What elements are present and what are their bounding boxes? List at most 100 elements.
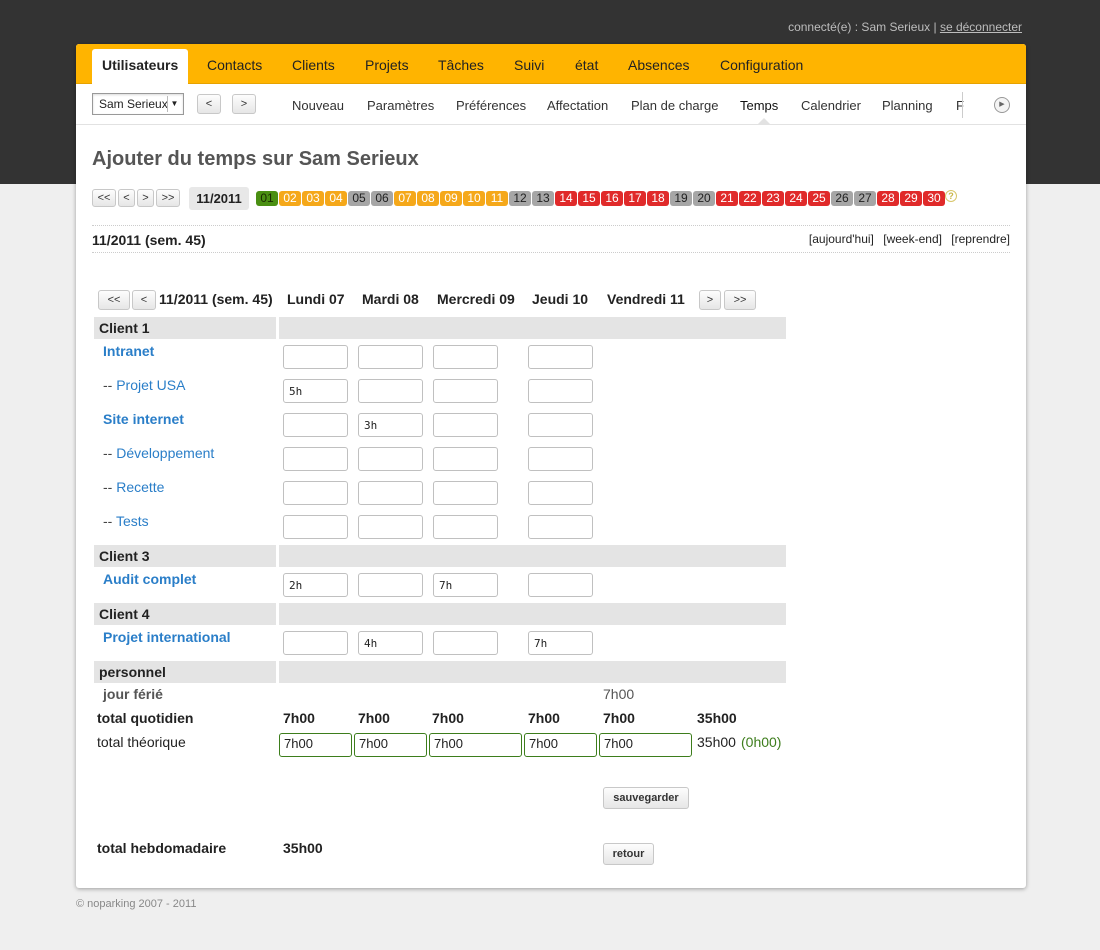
project-name[interactable]: Projet USA xyxy=(116,377,185,393)
subnav-temps[interactable]: Temps xyxy=(740,98,778,113)
time-input[interactable] xyxy=(283,345,348,369)
week-chip[interactable]: 09 xyxy=(440,191,462,206)
time-input[interactable] xyxy=(358,515,423,539)
week-chip[interactable]: 02 xyxy=(279,191,301,206)
week-chip[interactable]: 20 xyxy=(693,191,715,206)
period-prev-button[interactable]: < xyxy=(118,189,135,207)
time-input[interactable] xyxy=(528,379,593,403)
time-input[interactable] xyxy=(433,631,498,655)
project-link[interactable]: Site internet xyxy=(103,411,184,427)
week-chip[interactable]: 07 xyxy=(394,191,416,206)
nav-suivi[interactable]: Suivi xyxy=(514,57,544,73)
subnav-parametres[interactable]: Paramètres xyxy=(367,98,434,113)
time-input[interactable] xyxy=(358,447,423,471)
time-input[interactable] xyxy=(358,345,423,369)
nav-configuration[interactable]: Configuration xyxy=(720,57,803,73)
subnav-nouveau[interactable]: Nouveau xyxy=(292,98,344,113)
project-link[interactable]: Audit complet xyxy=(103,571,196,587)
week-chip[interactable]: 08 xyxy=(417,191,439,206)
time-input[interactable] xyxy=(358,481,423,505)
project-name[interactable]: Recette xyxy=(116,479,164,495)
week-chip[interactable]: 15 xyxy=(578,191,600,206)
week-chip[interactable]: 24 xyxy=(785,191,807,206)
time-input[interactable] xyxy=(433,515,498,539)
subnav-affectation[interactable]: Affectation xyxy=(547,98,608,113)
next-user-button[interactable]: > xyxy=(232,94,256,114)
time-input[interactable]: 5h xyxy=(283,379,348,403)
time-input[interactable] xyxy=(528,413,593,437)
project-link[interactable]: -- Développement xyxy=(103,445,214,461)
week-chip[interactable]: 22 xyxy=(739,191,761,206)
time-input[interactable] xyxy=(528,481,593,505)
back-button[interactable]: retour xyxy=(603,843,654,865)
nav-taches[interactable]: Tâches xyxy=(438,57,484,73)
week-chip[interactable]: 06 xyxy=(371,191,393,206)
week-chip[interactable]: 26 xyxy=(831,191,853,206)
week-chip[interactable]: 16 xyxy=(601,191,623,206)
project-name[interactable]: Site internet xyxy=(103,411,184,427)
nav-projets[interactable]: Projets xyxy=(365,57,409,73)
save-button[interactable]: sauvegarder xyxy=(603,787,689,809)
project-link[interactable]: Projet international xyxy=(103,629,231,645)
project-link[interactable]: -- Projet USA xyxy=(103,377,185,393)
nav-utilisateurs[interactable]: Utilisateurs xyxy=(92,49,189,85)
nav-etat[interactable]: état xyxy=(575,57,598,73)
weekend-link[interactable]: [week-end] xyxy=(883,232,942,246)
project-name[interactable]: Tests xyxy=(116,513,149,529)
time-input[interactable] xyxy=(433,481,498,505)
week-chip[interactable]: 10 xyxy=(463,191,485,206)
theo-input-fri[interactable]: 7h00 xyxy=(599,733,692,757)
period-first-button[interactable]: << xyxy=(92,189,116,207)
week-chip[interactable]: 29 xyxy=(900,191,922,206)
time-input[interactable] xyxy=(528,447,593,471)
grid-next-button[interactable]: > xyxy=(699,290,721,310)
time-input[interactable]: 7h xyxy=(433,573,498,597)
nav-contacts[interactable]: Contacts xyxy=(207,57,262,73)
today-link[interactable]: [aujourd'hui] xyxy=(809,232,874,246)
week-chip[interactable]: 30 xyxy=(923,191,945,206)
time-input[interactable] xyxy=(528,515,593,539)
grid-first-button[interactable]: << xyxy=(98,290,130,310)
scroll-right-icon[interactable]: ▶ xyxy=(994,97,1010,113)
time-input[interactable] xyxy=(283,413,348,437)
time-input[interactable]: 3h xyxy=(358,413,423,437)
week-chip[interactable]: 23 xyxy=(762,191,784,206)
week-chip[interactable]: 11 xyxy=(486,191,508,206)
subnav-plan-de-charge[interactable]: Plan de charge xyxy=(631,98,718,113)
resume-link[interactable]: [reprendre] xyxy=(951,232,1010,246)
time-input[interactable] xyxy=(358,573,423,597)
week-chip[interactable]: 13 xyxy=(532,191,554,206)
week-chip[interactable]: 17 xyxy=(624,191,646,206)
nav-absences[interactable]: Absences xyxy=(628,57,689,73)
time-input[interactable] xyxy=(283,447,348,471)
period-next-button[interactable]: > xyxy=(137,189,154,207)
time-input[interactable] xyxy=(433,379,498,403)
week-chip[interactable]: 19 xyxy=(670,191,692,206)
time-input[interactable] xyxy=(283,631,348,655)
week-chip[interactable]: 14 xyxy=(555,191,577,206)
time-input[interactable]: 2h xyxy=(283,573,348,597)
nav-clients[interactable]: Clients xyxy=(292,57,335,73)
subnav-calendrier[interactable]: Calendrier xyxy=(801,98,861,113)
theo-input-mon[interactable]: 7h00 xyxy=(279,733,352,757)
week-chip[interactable]: 03 xyxy=(302,191,324,206)
logout-link[interactable]: se déconnecter xyxy=(940,20,1022,34)
project-name[interactable]: Audit complet xyxy=(103,571,196,587)
user-select[interactable]: Sam Serieux ▼ xyxy=(92,93,184,115)
week-chip[interactable]: 04 xyxy=(325,191,347,206)
time-input[interactable] xyxy=(433,447,498,471)
time-input[interactable] xyxy=(283,481,348,505)
week-chip[interactable]: 05 xyxy=(348,191,370,206)
week-chip[interactable]: 12 xyxy=(509,191,531,206)
week-chip[interactable]: 25 xyxy=(808,191,830,206)
project-name[interactable]: Développement xyxy=(116,445,214,461)
time-input[interactable] xyxy=(528,345,593,369)
time-input[interactable]: 7h xyxy=(528,631,593,655)
subnav-planning[interactable]: Planning xyxy=(882,98,933,113)
project-name[interactable]: Projet international xyxy=(103,629,231,645)
grid-last-button[interactable]: >> xyxy=(724,290,756,310)
subnav-preferences[interactable]: Préférences xyxy=(456,98,526,113)
time-input[interactable]: 4h xyxy=(358,631,423,655)
project-link[interactable]: Intranet xyxy=(103,343,154,359)
week-chip[interactable]: 21 xyxy=(716,191,738,206)
